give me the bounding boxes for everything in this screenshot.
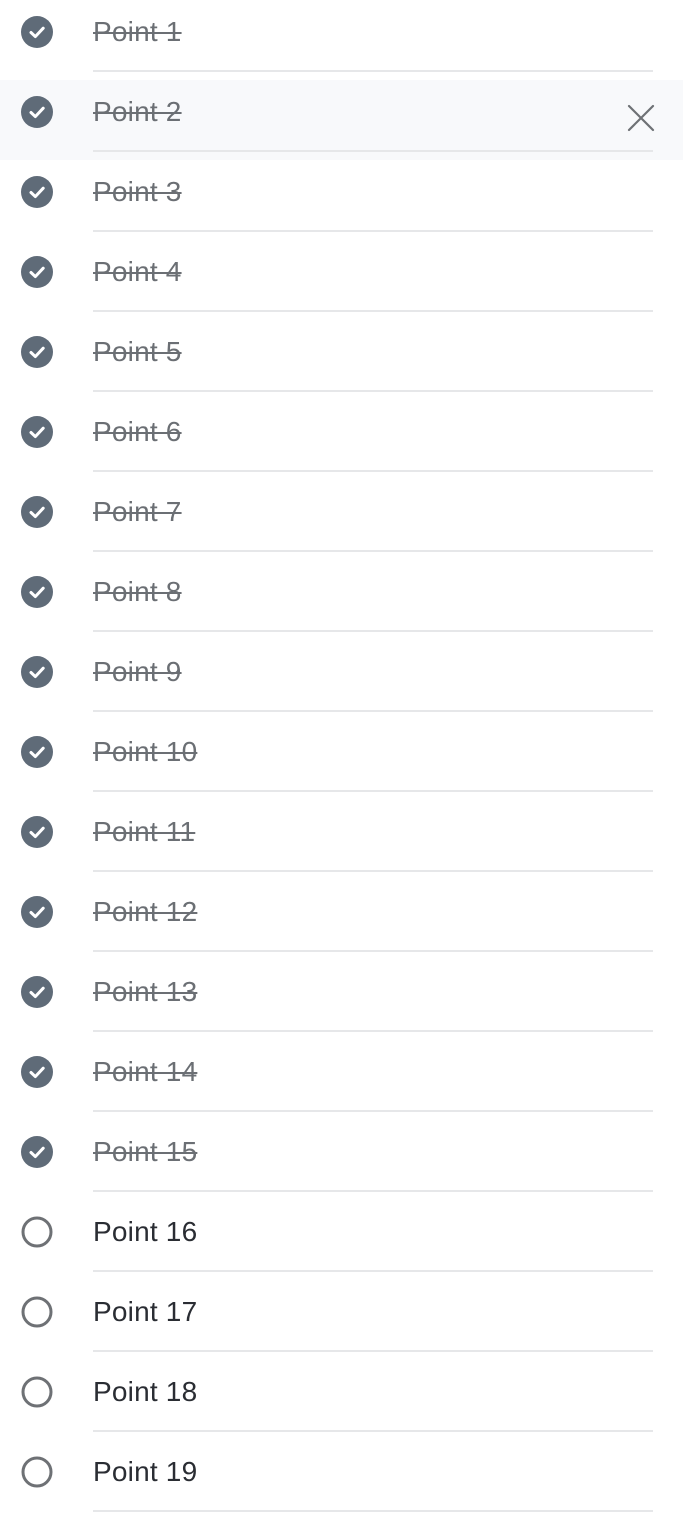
check-circle-icon[interactable]	[21, 176, 53, 208]
delete-button[interactable]	[625, 102, 657, 134]
divider	[93, 870, 653, 872]
divider	[93, 550, 653, 552]
empty-circle-icon[interactable]	[21, 1216, 53, 1248]
divider	[93, 310, 653, 312]
check-circle-icon[interactable]	[21, 976, 53, 1008]
close-icon	[627, 104, 655, 132]
divider	[93, 1430, 653, 1432]
list-item-label: Point 18	[93, 1376, 198, 1407]
check-circle-icon[interactable]	[21, 496, 53, 528]
check-circle-icon[interactable]	[21, 576, 53, 608]
divider	[93, 390, 653, 392]
list-item[interactable]: Point 5	[0, 320, 683, 400]
check-circle-icon[interactable]	[21, 816, 53, 848]
divider	[93, 1270, 653, 1272]
list-item[interactable]: Point 8	[0, 560, 683, 640]
list-item[interactable]: Point 10	[0, 720, 683, 800]
check-circle-icon[interactable]	[21, 1136, 53, 1168]
list-item[interactable]: Point 1	[0, 0, 683, 80]
divider	[93, 1350, 653, 1352]
list-item-label: Point 2	[93, 96, 182, 127]
list-item[interactable]: Point 9	[0, 640, 683, 720]
list-item[interactable]: Point 16	[0, 1200, 683, 1280]
list-item-label: Point 11	[93, 816, 196, 847]
list-item-label: Point 15	[93, 1136, 198, 1167]
list-item[interactable]: Point 4	[0, 240, 683, 320]
list-item-label: Point 1	[93, 16, 182, 47]
list-item-label: Point 9	[93, 656, 182, 687]
check-circle-icon[interactable]	[21, 656, 53, 688]
list-item-label: Point 16	[93, 1216, 198, 1247]
divider	[93, 1110, 653, 1112]
empty-circle-icon[interactable]	[21, 1296, 53, 1328]
list-item-label: Point 5	[93, 336, 182, 367]
list-item-label: Point 4	[93, 256, 182, 287]
divider	[93, 790, 653, 792]
list-item-label: Point 19	[93, 1456, 198, 1487]
check-circle-icon[interactable]	[21, 896, 53, 928]
divider	[93, 470, 653, 472]
list-item[interactable]: Point 14	[0, 1040, 683, 1120]
list-item[interactable]: Point 6	[0, 400, 683, 480]
check-circle-icon[interactable]	[21, 256, 53, 288]
list-item[interactable]: Point 7	[0, 480, 683, 560]
check-circle-icon[interactable]	[21, 16, 53, 48]
divider	[93, 1190, 653, 1192]
list-item-label: Point 8	[93, 576, 182, 607]
divider	[93, 150, 653, 152]
list-item-label: Point 3	[93, 176, 182, 207]
check-circle-icon[interactable]	[21, 96, 53, 128]
list-item-label: Point 6	[93, 416, 182, 447]
divider	[93, 230, 653, 232]
list-item-label: Point 14	[93, 1056, 198, 1087]
list-item[interactable]: Point 12	[0, 880, 683, 960]
list-item[interactable]: Point 17	[0, 1280, 683, 1360]
check-circle-icon[interactable]	[21, 736, 53, 768]
empty-circle-icon[interactable]	[21, 1456, 53, 1488]
divider	[93, 1510, 653, 1512]
list-item-label: Point 13	[93, 976, 198, 1007]
check-circle-icon[interactable]	[21, 1056, 53, 1088]
list-item-label: Point 17	[93, 1296, 198, 1327]
divider	[93, 950, 653, 952]
empty-circle-icon[interactable]	[21, 1376, 53, 1408]
divider	[93, 630, 653, 632]
divider	[93, 710, 653, 712]
list-item-label: Point 7	[93, 496, 182, 527]
list-item[interactable]: Point 19	[0, 1440, 683, 1520]
list-item[interactable]: Point 3	[0, 160, 683, 240]
list-item[interactable]: Point 15	[0, 1120, 683, 1200]
check-circle-icon[interactable]	[21, 416, 53, 448]
todo-list: Point 1 Point 2 Point 3 Point 4 Point 5 Point…	[0, 0, 683, 1520]
list-item[interactable]: Point 13	[0, 960, 683, 1040]
divider	[93, 1030, 653, 1032]
list-item[interactable]: Point 18	[0, 1360, 683, 1440]
list-item[interactable]: Point 11	[0, 800, 683, 880]
list-item[interactable]: Point 2	[0, 80, 683, 160]
list-item-label: Point 10	[93, 736, 198, 767]
list-item-label: Point 12	[93, 896, 198, 927]
divider	[93, 70, 653, 72]
check-circle-icon[interactable]	[21, 336, 53, 368]
